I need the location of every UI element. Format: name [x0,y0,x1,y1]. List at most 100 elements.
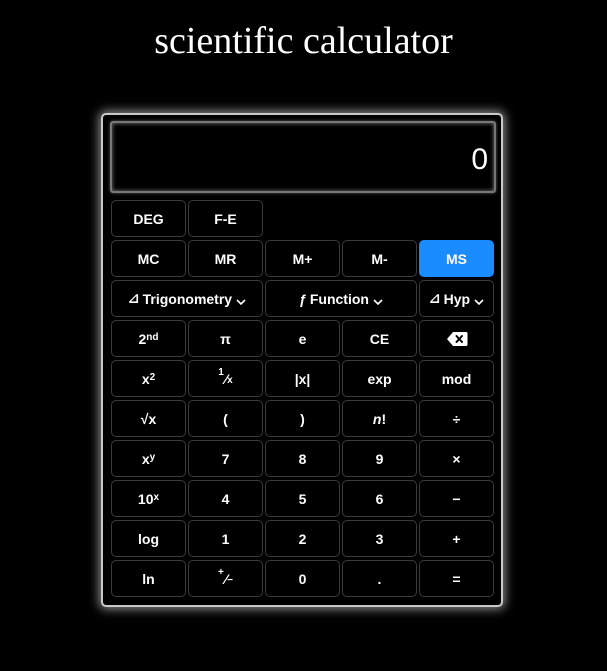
equals-label: = [452,570,461,587]
digit-3-button[interactable]: 3 [342,520,417,557]
divide-button[interactable]: ÷ [419,400,494,437]
log-button[interactable]: log [111,520,186,557]
second-label: 2 [138,330,147,347]
display: 0 [110,121,496,193]
factorial-n: n [372,410,382,427]
page-title: scientific calculator [154,20,453,62]
square-button[interactable]: x2 [111,360,186,397]
pi-button[interactable]: π [188,320,263,357]
decimal-button[interactable]: . [342,560,417,597]
power-label: x [141,450,150,467]
digit-4-label: 4 [221,490,230,507]
factorial-bang: ! [381,410,387,427]
fe-label: F-E [214,210,237,227]
m-minus-label: M- [371,250,388,267]
display-value: 0 [471,143,488,176]
mc-label: MC [137,250,160,267]
digit-9-button[interactable]: 9 [342,440,417,477]
abs-button[interactable]: |x| [265,360,340,397]
ce-label: CE [369,330,390,347]
ce-button[interactable]: CE [342,320,417,357]
backspace-button[interactable] [419,320,494,357]
sqrt-label: x [148,410,157,427]
power-button[interactable]: xy [111,440,186,477]
decimal-label: . [377,570,382,587]
calculator: 0 DEG F-E MC MR M+ M- MS ⊿ Trigonometry … [101,113,503,607]
right-paren-label: ) [300,410,305,427]
multiply-label: × [452,450,461,467]
reciprocal-label: 1 ⁄ x [218,366,233,387]
negate-label: + ⁄ − [217,566,234,587]
fe-button[interactable]: F-E [188,200,263,237]
negate-button[interactable]: + ⁄ − [188,560,263,597]
mr-label: MR [214,250,237,267]
minus-button[interactable]: − [419,480,494,517]
e-button[interactable]: e [265,320,340,357]
digit-3-label: 3 [375,530,384,547]
digit-5-label: 5 [298,490,307,507]
digit-7-button[interactable]: 7 [188,440,263,477]
left-paren-button[interactable]: ( [188,400,263,437]
deg-label: DEG [133,210,164,227]
digit-2-button[interactable]: 2 [265,520,340,557]
digit-7-label: 7 [221,450,230,467]
digit-4-button[interactable]: 4 [188,480,263,517]
right-paren-button[interactable]: ) [265,400,340,437]
multiply-button[interactable]: × [419,440,494,477]
function-label: Function [309,290,369,307]
square-label: x [141,370,150,387]
pi-label: π [220,330,231,347]
m-plus-button[interactable]: M+ [265,240,340,277]
ten-power-button[interactable]: 10 x [111,480,186,517]
function-dropdown[interactable]: ƒ Function [265,280,417,317]
plus-button[interactable]: + [419,520,494,557]
mr-button[interactable]: MR [188,240,263,277]
left-paren-label: ( [223,410,228,427]
mod-label: mod [441,370,472,387]
second-button[interactable]: 2nd [111,320,186,357]
digit-6-label: 6 [375,490,384,507]
digit-5-button[interactable]: 5 [265,480,340,517]
divide-label: ÷ [452,410,461,427]
triangle-icon: ⊿ [127,290,140,306]
equals-button[interactable]: = [419,560,494,597]
digit-1-button[interactable]: 1 [188,520,263,557]
triangle-icon: ⊿ [428,290,441,306]
negate-plus: + [217,566,224,578]
mod-button[interactable]: mod [419,360,494,397]
hyp-dropdown[interactable]: ⊿ Hyp [419,280,494,317]
backspace-icon [446,331,468,347]
negate-minus: − [227,574,234,586]
chevron-down-icon [474,294,484,305]
ln-button[interactable]: ln [111,560,186,597]
reciprocal-den: x [227,374,233,386]
plus-label: + [452,530,461,547]
digit-1-label: 1 [221,530,230,547]
m-minus-button[interactable]: M- [342,240,417,277]
chevron-down-icon [236,294,246,305]
sqrt-symbol: √ [140,410,149,427]
deg-button[interactable]: DEG [111,200,186,237]
ms-label: MS [446,250,467,267]
mc-button[interactable]: MC [111,240,186,277]
ten-power-label: 10 [137,490,154,507]
ms-button[interactable]: MS [419,240,494,277]
reciprocal-button[interactable]: 1 ⁄ x [188,360,263,397]
sqrt-button[interactable]: √ x [111,400,186,437]
trigonometry-label: Trigonometry [142,290,233,307]
hyp-label: Hyp [443,290,471,307]
exp-button[interactable]: exp [342,360,417,397]
digit-6-button[interactable]: 6 [342,480,417,517]
digit-2-label: 2 [298,530,307,547]
factorial-button[interactable]: n! [342,400,417,437]
log-label: log [138,530,159,547]
digit-8-label: 8 [298,450,307,467]
trigonometry-dropdown[interactable]: ⊿ Trigonometry [111,280,263,317]
m-plus-label: M+ [292,250,313,267]
reciprocal-num: 1 [218,366,224,378]
minus-label: − [452,490,461,507]
function-icon: ƒ [299,290,307,307]
exp-label: exp [367,370,392,387]
digit-0-button[interactable]: 0 [265,560,340,597]
digit-8-button[interactable]: 8 [265,440,340,477]
